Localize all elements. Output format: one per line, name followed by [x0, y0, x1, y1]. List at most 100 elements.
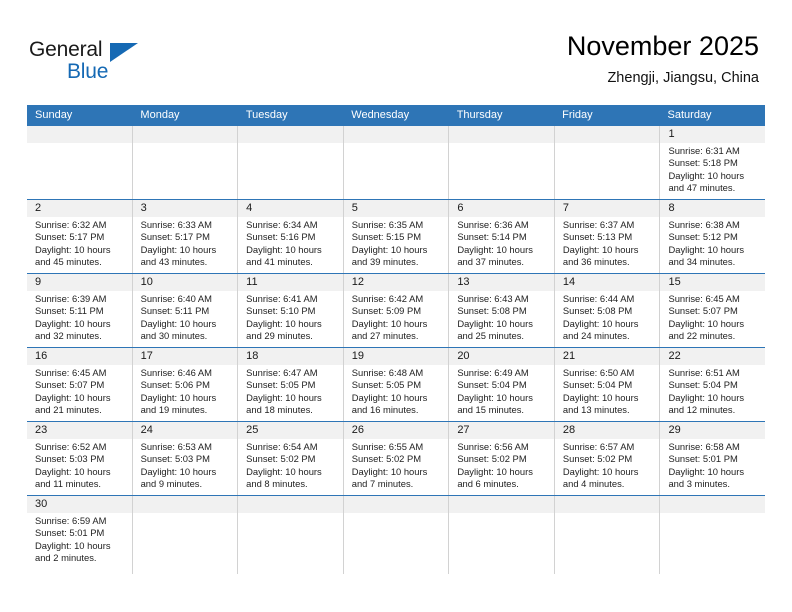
day-cell[interactable]	[343, 496, 450, 574]
day-details: Sunrise: 6:35 AM Sunset: 5:15 PM Daylight:…	[344, 217, 449, 268]
day-cell[interactable]	[554, 126, 661, 199]
daylight-text-line1: Daylight: 10 hours	[668, 391, 745, 403]
daylight-text-line1: Daylight: 10 hours	[457, 243, 533, 255]
day-number: 29	[660, 422, 766, 439]
day-cell[interactable]	[132, 496, 239, 574]
daylight-text-line1: Daylight: 10 hours	[562, 243, 639, 255]
daylight-text-line2: and 12 minutes.	[668, 403, 736, 415]
day-cell[interactable]: 6 Sunrise: 6:36 AM Sunset: 5:14 PM Daylight…	[449, 200, 555, 273]
day-cell[interactable]	[343, 126, 450, 199]
sunrise-text: Sunrise: 6:37 AM	[562, 219, 635, 230]
day-cell[interactable]: 30 Sunrise: 6:59 AM Sunset: 5:01 PM Dayligh…	[27, 496, 133, 574]
daylight-text-line1: Daylight: 10 hours	[562, 317, 639, 329]
daylight-text-line2: and 27 minutes.	[351, 329, 419, 341]
day-cell[interactable]: 17 Sunrise: 6:46 AM Sunset: 5:06 PM Dayligh…	[132, 348, 239, 421]
day-details	[344, 513, 449, 515]
day-cell[interactable]: 13 Sunrise: 6:43 AM Sunset: 5:08 PM Dayligh…	[449, 274, 555, 347]
day-cell[interactable]: 29 Sunrise: 6:58 AM Sunset: 5:01 PM Dayligh…	[660, 422, 766, 495]
sunset-text: Sunset: 5:07 PM	[35, 379, 105, 391]
day-cell[interactable]: 8 Sunrise: 6:38 AM Sunset: 5:12 PM Daylight…	[660, 200, 766, 273]
day-cell[interactable]	[449, 496, 555, 574]
day-cell[interactable]	[238, 496, 344, 574]
generalblue-logo[interactable]: General Blue	[29, 38, 149, 86]
day-number: 30	[27, 496, 132, 513]
day-cell[interactable]: 21 Sunrise: 6:50 AM Sunset: 5:04 PM Dayligh…	[554, 348, 661, 421]
daylight-text-line2: and 29 minutes.	[246, 329, 313, 341]
daylight-text-line1: Daylight: 10 hours	[457, 465, 533, 477]
day-cell[interactable]	[554, 496, 661, 574]
sunrise-text: Sunrise: 6:38 AM	[668, 219, 740, 230]
day-details: Sunrise: 6:49 AM Sunset: 5:04 PM Daylight:…	[449, 365, 554, 416]
day-details: Sunrise: 6:44 AM Sunset: 5:08 PM Daylight:…	[555, 291, 660, 342]
day-cell[interactable]: 10 Sunrise: 6:40 AM Sunset: 5:11 PM Dayligh…	[132, 274, 239, 347]
day-details: Sunrise: 6:45 AM Sunset: 5:07 PM Daylight:…	[660, 291, 765, 342]
day-cell[interactable]: 25 Sunrise: 6:54 AM Sunset: 5:02 PM Dayligh…	[238, 422, 344, 495]
day-number: 13	[449, 274, 554, 291]
day-number: 24	[132, 422, 238, 439]
sunrise-text: Sunrise: 6:33 AM	[140, 219, 212, 230]
day-cell[interactable]	[238, 126, 344, 199]
day-number	[132, 126, 238, 143]
day-details: Sunrise: 6:42 AM Sunset: 5:09 PM Daylight:…	[344, 291, 449, 342]
day-number	[449, 496, 554, 513]
day-cell[interactable]: 24 Sunrise: 6:53 AM Sunset: 5:03 PM Dayligh…	[132, 422, 239, 495]
daylight-text-line2: and 3 minutes.	[668, 477, 730, 489]
day-number: 16	[27, 348, 132, 365]
day-cell[interactable]: 4 Sunrise: 6:34 AM Sunset: 5:16 PM Daylight…	[238, 200, 344, 273]
day-cell[interactable]: 19 Sunrise: 6:48 AM Sunset: 5:05 PM Dayligh…	[343, 348, 450, 421]
day-cell[interactable]: 23 Sunrise: 6:52 AM Sunset: 5:03 PM Dayligh…	[27, 422, 133, 495]
day-cell[interactable]: 14 Sunrise: 6:44 AM Sunset: 5:08 PM Dayligh…	[554, 274, 661, 347]
day-number	[660, 496, 766, 513]
sunrise-text: Sunrise: 6:36 AM	[457, 219, 529, 230]
day-cell[interactable]	[660, 496, 766, 574]
day-cell[interactable]: 28 Sunrise: 6:57 AM Sunset: 5:02 PM Dayligh…	[554, 422, 661, 495]
day-cell[interactable]: 5 Sunrise: 6:35 AM Sunset: 5:15 PM Daylight…	[343, 200, 450, 273]
day-cell[interactable]: 3 Sunrise: 6:33 AM Sunset: 5:17 PM Daylight…	[132, 200, 239, 273]
weekday-header-tuesday: Tuesday	[245, 109, 288, 121]
day-cell[interactable]	[27, 126, 133, 199]
day-cell[interactable]: 12 Sunrise: 6:42 AM Sunset: 5:09 PM Dayligh…	[343, 274, 450, 347]
sunrise-text: Sunrise: 6:59 AM	[35, 515, 107, 526]
sunrise-text: Sunrise: 6:47 AM	[246, 367, 318, 378]
weekday-header-sunday: Sunday	[35, 109, 73, 121]
day-cell[interactable]: 22 Sunrise: 6:51 AM Sunset: 5:04 PM Dayligh…	[660, 348, 766, 421]
sunrise-text: Sunrise: 6:40 AM	[140, 293, 212, 304]
day-details	[449, 143, 554, 145]
daylight-text-line2: and 47 minutes.	[668, 181, 736, 193]
sunrise-text: Sunrise: 6:45 AM	[35, 367, 107, 378]
day-cell[interactable]: 7 Sunrise: 6:37 AM Sunset: 5:13 PM Daylight…	[554, 200, 661, 273]
day-details: Sunrise: 6:47 AM Sunset: 5:05 PM Daylight:…	[238, 365, 343, 416]
sunrise-text: Sunrise: 6:52 AM	[35, 441, 107, 452]
day-cell[interactable]: 26 Sunrise: 6:55 AM Sunset: 5:02 PM Dayligh…	[343, 422, 450, 495]
day-details: Sunrise: 6:56 AM Sunset: 5:02 PM Daylight:…	[449, 439, 554, 490]
sunset-text: Sunset: 5:12 PM	[668, 231, 738, 243]
daylight-text-line1: Daylight: 10 hours	[562, 391, 639, 403]
day-cell[interactable]: 2 Sunrise: 6:32 AM Sunset: 5:17 PM Daylight…	[27, 200, 133, 273]
daylight-text-line2: and 19 minutes.	[140, 403, 208, 415]
sunrise-text: Sunrise: 6:57 AM	[562, 441, 635, 452]
day-cell[interactable]: 16 Sunrise: 6:45 AM Sunset: 5:07 PM Dayligh…	[27, 348, 133, 421]
sunset-text: Sunset: 5:05 PM	[246, 379, 316, 391]
day-cell[interactable]	[132, 126, 239, 199]
daylight-text-line2: and 37 minutes.	[457, 255, 525, 267]
day-number: 12	[343, 274, 449, 291]
day-cell[interactable]	[449, 126, 555, 199]
sunset-text: Sunset: 5:02 PM	[246, 453, 316, 465]
day-cell[interactable]: 1 Sunrise: 6:31 AM Sunset: 5:18 PM Daylight…	[660, 126, 766, 199]
day-cell[interactable]: 20 Sunrise: 6:49 AM Sunset: 5:04 PM Dayligh…	[449, 348, 555, 421]
logo-text-blue: Blue	[67, 60, 109, 83]
day-number	[238, 496, 343, 513]
daylight-text-line2: and 4 minutes.	[562, 477, 625, 489]
day-cell[interactable]: 11 Sunrise: 6:41 AM Sunset: 5:10 PM Dayligh…	[238, 274, 344, 347]
day-cell[interactable]: 27 Sunrise: 6:56 AM Sunset: 5:02 PM Dayligh…	[449, 422, 555, 495]
day-details: Sunrise: 6:54 AM Sunset: 5:02 PM Daylight:…	[238, 439, 343, 490]
sunset-text: Sunset: 5:02 PM	[351, 453, 422, 465]
daylight-text-line2: and 25 minutes.	[457, 329, 525, 341]
sunset-text: Sunset: 5:01 PM	[668, 453, 738, 465]
day-cell[interactable]: 18 Sunrise: 6:47 AM Sunset: 5:05 PM Dayligh…	[238, 348, 344, 421]
day-cell[interactable]: 15 Sunrise: 6:45 AM Sunset: 5:07 PM Dayligh…	[660, 274, 766, 347]
sunrise-text: Sunrise: 6:41 AM	[246, 293, 318, 304]
day-number: 10	[132, 274, 238, 291]
day-cell[interactable]: 9 Sunrise: 6:39 AM Sunset: 5:11 PM Daylight…	[27, 274, 133, 347]
day-details: Sunrise: 6:51 AM Sunset: 5:04 PM Daylight:…	[660, 365, 765, 416]
